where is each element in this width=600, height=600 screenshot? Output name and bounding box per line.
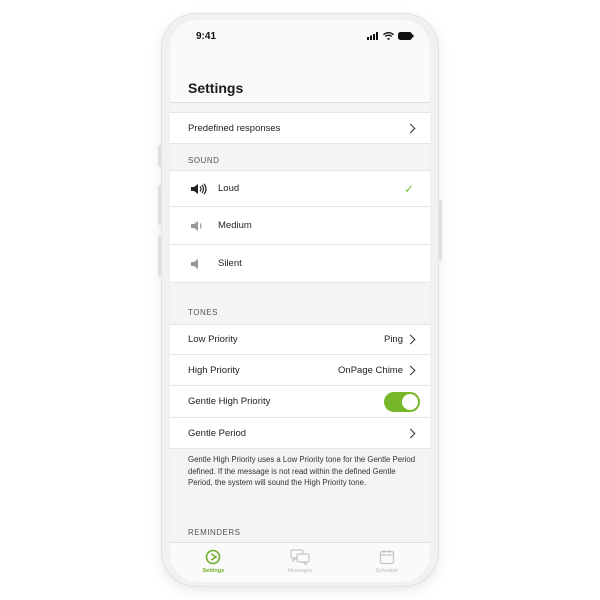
speaker-loud-icon [190,182,208,195]
reminders-section-title: REMINDERS [188,528,241,537]
sound-option-medium[interactable]: Medium [170,207,430,245]
low-priority-label: Low Priority [188,334,238,345]
chevron-right-icon [405,428,416,438]
high-priority-value: OnPage Chime [338,364,403,376]
tones-section-title: TONES [188,308,218,317]
status-icons [367,32,414,40]
gentle-priority-note: Gentle High Priority uses a Low Priority… [188,455,416,487]
toggle-knob [402,393,418,410]
signal-icon [367,32,378,40]
page-header: Settings [170,56,430,103]
tab-bar: Settings Messages Schedule [170,542,430,582]
speaker-medium-icon [190,220,208,232]
gentle-high-priority-toggle[interactable] [384,391,420,412]
gentle-period-label: Gentle Period [188,427,247,439]
battery-icon [398,32,414,40]
predefined-responses-row[interactable]: Predefined responses [170,112,430,144]
page-title: Settings [188,80,244,96]
gentle-period-row[interactable]: Gentle Period [170,418,430,449]
checkmark-icon: ✓ [403,181,414,196]
gentle-high-priority-label: Gentle High Priority [188,396,271,407]
sound-option-label: Silent [218,258,242,269]
chevron-right-icon [405,123,416,133]
tab-label: Schedule [375,568,399,574]
sound-option-label: Medium [218,220,252,231]
sound-option-loud[interactable]: Loud ✓ [170,170,430,207]
phone-side-button [158,145,161,167]
high-priority-label: High Priority [188,364,240,376]
tab-schedule[interactable]: Schedule [343,543,430,582]
predefined-responses-label: Predefined responses [188,122,281,134]
tab-label: Settings [202,568,225,574]
status-bar: 9:41 [170,20,430,56]
phone-side-button [158,236,161,276]
high-priority-row[interactable]: High Priority OnPage Chime [170,355,430,386]
phone-side-button [158,185,161,225]
sound-option-silent[interactable]: Silent [170,245,430,283]
phone-power-button [439,200,442,260]
schedule-icon [379,550,394,565]
status-time: 9:41 [196,31,217,42]
phone-screen: 9:41 Settings Predefined responses SOUND [170,20,430,582]
low-priority-row[interactable]: Low Priority Ping [170,324,430,355]
tab-messages[interactable]: Messages [257,543,344,582]
speaker-silent-icon [190,258,208,270]
chevron-right-icon [405,334,416,345]
messages-icon [290,549,310,565]
low-priority-value: Ping [383,334,403,345]
tab-settings[interactable]: Settings [170,543,257,582]
sound-option-label: Loud [218,183,240,194]
chevron-right-icon [405,365,416,375]
gentle-high-priority-row: Gentle High Priority [170,386,430,418]
settings-play-icon [206,549,221,565]
wifi-icon [383,32,394,40]
sound-section-title: SOUND [188,156,220,165]
tab-label: Messages [287,568,313,574]
